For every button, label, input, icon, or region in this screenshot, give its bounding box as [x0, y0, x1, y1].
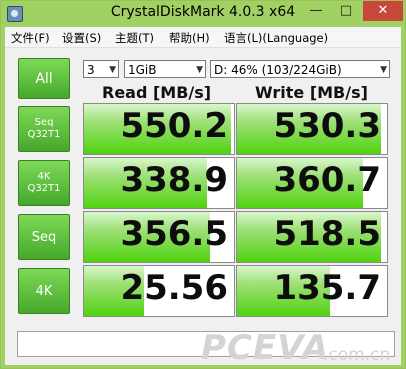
menu-theme[interactable]: 主题(T): [115, 30, 154, 46]
test-button-row-1[interactable]: Seq Q32T1: [18, 106, 70, 152]
read-result-cell: 550.2: [83, 103, 235, 155]
chevron-down-icon: ▼: [380, 65, 387, 75]
write-result-cell: 135.7: [236, 265, 388, 317]
test-button-sublabel: Q32T1: [27, 129, 61, 140]
watermark-logo: PCEVA: [201, 328, 330, 368]
test-button-label: 4K: [35, 283, 53, 299]
test-button-label: 4K: [37, 171, 51, 182]
close-button[interactable]: ✕: [363, 1, 403, 21]
test-button-row-4[interactable]: 4K: [18, 268, 70, 314]
read-speed-value: 356.5: [120, 214, 228, 254]
chevron-down-icon: ▼: [109, 65, 116, 75]
write-speed-value: 360.7: [273, 160, 381, 200]
test-count-select[interactable]: 3 ▼: [83, 60, 119, 78]
app-window: CrystalDiskMark 4.0.3 x64 — □ ✕ 文件(F) 设置…: [0, 0, 406, 369]
test-button-row-2[interactable]: 4K Q32T1: [18, 160, 70, 206]
minimize-button[interactable]: —: [301, 1, 331, 21]
menu-settings[interactable]: 设置(S): [62, 30, 101, 46]
test-button-label: Seq: [31, 229, 57, 245]
write-speed-value: 135.7: [273, 268, 381, 308]
write-header: Write [MB/s]: [255, 83, 368, 102]
maximize-button[interactable]: □: [331, 1, 361, 21]
read-result-cell: 25.56: [83, 265, 235, 317]
all-tests-button[interactable]: All: [18, 58, 70, 99]
write-result-cell: 360.7: [236, 157, 388, 209]
write-result-cell: 518.5: [236, 211, 388, 263]
watermark-domain: .com.cn: [323, 345, 391, 365]
write-speed-value: 518.5: [273, 214, 381, 254]
write-result-cell: 530.3: [236, 103, 388, 155]
menu-bar: 文件(F) 设置(S) 主题(T) 帮助(H) 语言(L)(Language): [5, 27, 401, 48]
read-result-cell: 338.9: [83, 157, 235, 209]
test-size-select[interactable]: 1GiB ▼: [124, 60, 206, 78]
read-speed-value: 338.9: [120, 160, 228, 200]
test-size-value: 1GiB: [128, 63, 157, 77]
test-count-value: 3: [87, 63, 95, 77]
test-button-row-3[interactable]: Seq: [18, 214, 70, 260]
read-speed-value: 25.56: [120, 268, 228, 308]
client-area: 文件(F) 设置(S) 主题(T) 帮助(H) 语言(L)(Language) …: [5, 27, 401, 368]
menu-file[interactable]: 文件(F): [11, 30, 50, 46]
test-button-sublabel: Q32T1: [27, 183, 61, 194]
menu-language[interactable]: 语言(L)(Language): [224, 30, 328, 46]
test-button-label: Seq: [34, 117, 54, 128]
menu-help[interactable]: 帮助(H): [169, 30, 210, 46]
write-speed-value: 530.3: [273, 106, 381, 146]
read-result-cell: 356.5: [83, 211, 235, 263]
drive-value: D: 46% (103/224GiB): [214, 63, 342, 77]
read-header: Read [MB/s]: [102, 83, 212, 102]
read-speed-value: 550.2: [120, 106, 228, 146]
chevron-down-icon: ▼: [196, 65, 203, 75]
drive-select[interactable]: D: 46% (103/224GiB) ▼: [210, 60, 390, 78]
title-bar: CrystalDiskMark 4.0.3 x64 — □ ✕: [1, 1, 405, 25]
